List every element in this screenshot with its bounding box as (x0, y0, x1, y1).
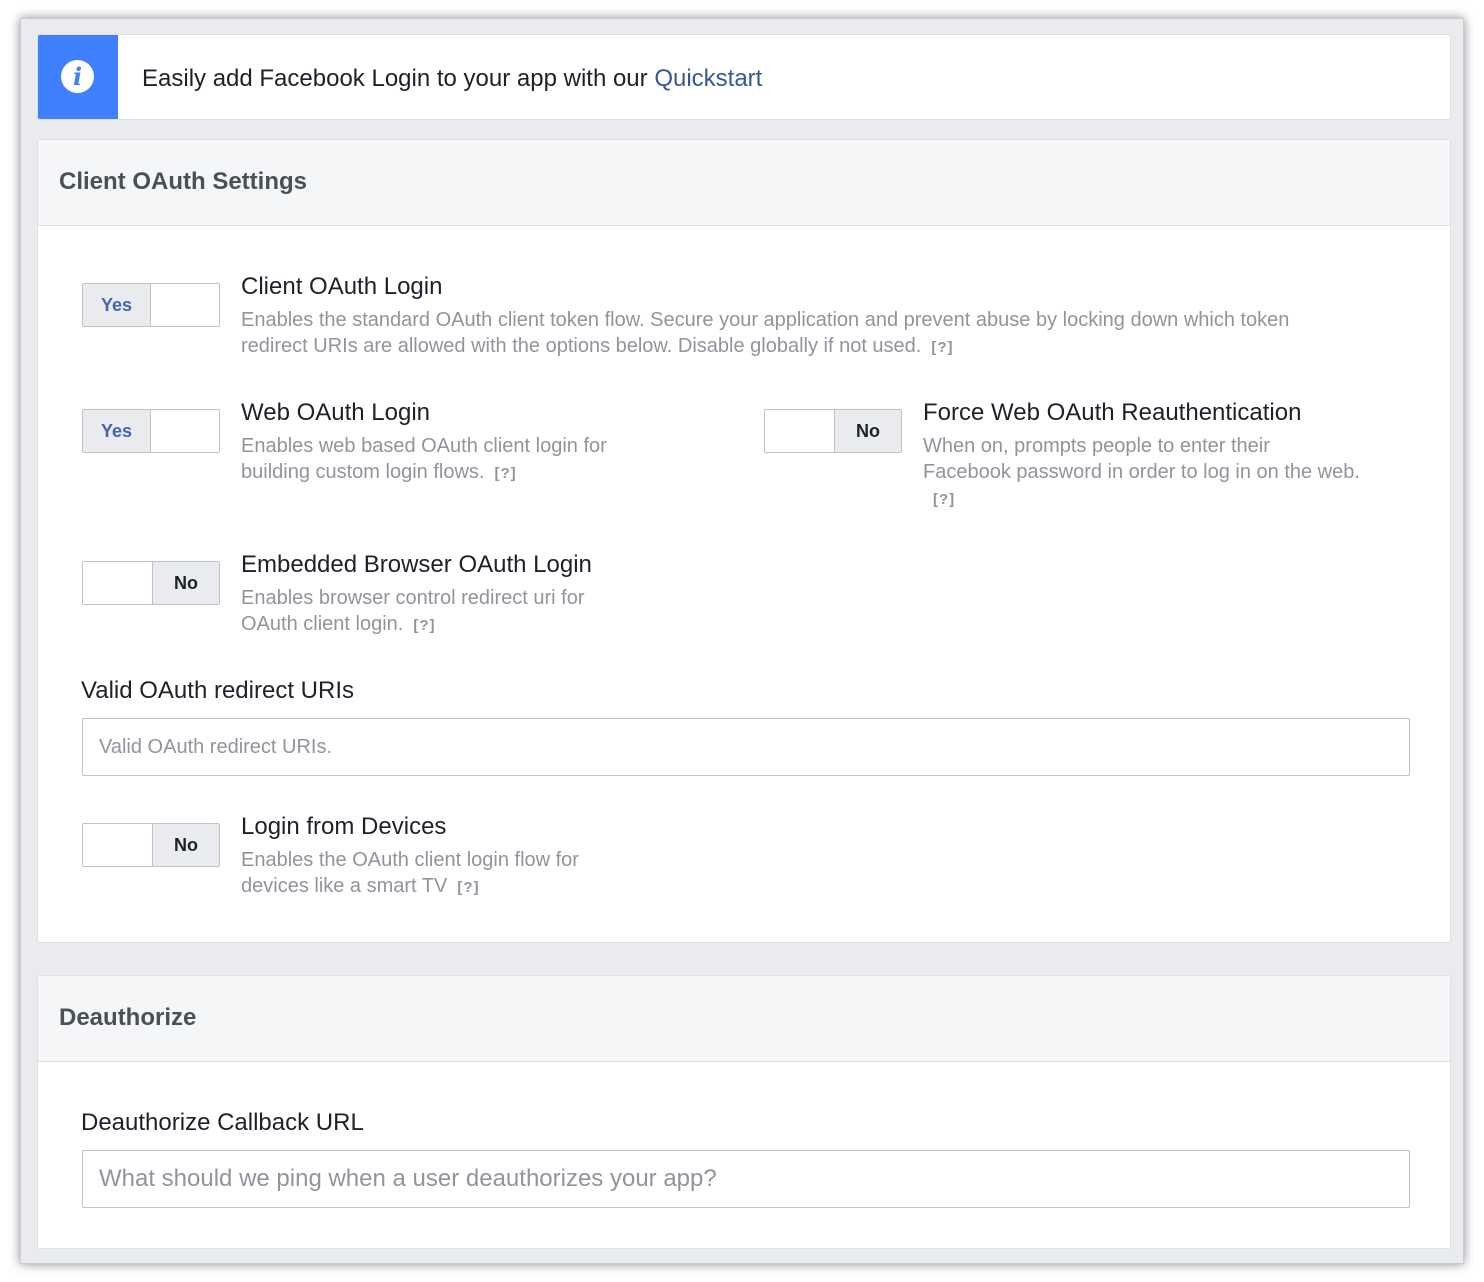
quickstart-banner: i Easily add Facebook Login to your app … (37, 34, 1451, 120)
help-icon[interactable]: [?] (457, 879, 479, 896)
toggle-handle (151, 284, 219, 326)
setting-description: Enables web based OAuth client login for… (241, 433, 661, 487)
description-text: Enables the OAuth client login flow for … (241, 849, 579, 897)
panel-title: Client OAuth Settings (59, 168, 307, 195)
toggle-state-label: No (153, 824, 219, 866)
setting-description: When on, prompts people to enter their F… (923, 433, 1363, 513)
setting-description: Enables the OAuth client login flow for … (241, 847, 641, 901)
help-icon[interactable]: [?] (413, 617, 435, 634)
client-oauth-login-toggle[interactable]: Yes (82, 283, 220, 327)
panel-header: Client OAuth Settings (38, 140, 1450, 226)
embedded-browser-oauth-toggle[interactable]: No (82, 561, 220, 605)
toggle-state-label: No (835, 410, 901, 452)
deauthorize-panel: Deauthorize Deauthorize Callback URL (37, 975, 1451, 1249)
toggle-state-label: Yes (83, 410, 151, 452)
login-from-devices-toggle[interactable]: No (82, 823, 220, 867)
deauthorize-callback-label: Deauthorize Callback URL (81, 1109, 364, 1136)
banner-text: Easily add Facebook Login to your app wi… (142, 65, 762, 93)
description-text: Enables the standard OAuth client token … (241, 309, 1290, 357)
redirect-uris-label: Valid OAuth redirect URIs (81, 677, 354, 704)
setting-title: Client OAuth Login (241, 273, 443, 300)
setting-description: Enables the standard OAuth client token … (241, 307, 1321, 361)
toggle-state-label: No (153, 562, 219, 604)
toggle-state-label: Yes (83, 284, 151, 326)
info-icon: i (61, 60, 94, 93)
help-icon[interactable]: [?] (931, 339, 953, 356)
banner-message: Easily add Facebook Login to your app wi… (142, 65, 655, 92)
force-web-oauth-reauth-toggle[interactable]: No (764, 409, 902, 453)
toggle-handle (151, 410, 219, 452)
banner-icon-box: i (38, 35, 118, 119)
setting-title: Embedded Browser OAuth Login (241, 551, 592, 578)
web-oauth-login-toggle[interactable]: Yes (82, 409, 220, 453)
quickstart-link[interactable]: Quickstart (654, 65, 762, 92)
toggle-handle (83, 824, 153, 866)
settings-frame: i Easily add Facebook Login to your app … (20, 18, 1464, 1264)
toggle-handle (765, 410, 835, 452)
client-oauth-settings-panel: Client OAuth Settings Yes Client OAuth L… (37, 139, 1451, 943)
setting-title: Force Web OAuth Reauthentication (923, 399, 1302, 426)
description-text: When on, prompts people to enter their F… (923, 435, 1360, 483)
panel-title: Deauthorize (59, 1004, 197, 1031)
setting-description: Enables browser control redirect uri for… (241, 585, 641, 639)
toggle-handle (83, 562, 153, 604)
setting-title: Web OAuth Login (241, 399, 431, 426)
setting-title: Login from Devices (241, 813, 447, 840)
help-icon[interactable]: [?] (494, 465, 516, 482)
deauthorize-callback-input[interactable] (82, 1150, 1410, 1208)
help-icon[interactable]: [?] (933, 491, 955, 508)
redirect-uris-input[interactable] (82, 718, 1410, 776)
panel-header: Deauthorize (38, 976, 1450, 1062)
description-text: Enables web based OAuth client login for… (241, 435, 607, 483)
